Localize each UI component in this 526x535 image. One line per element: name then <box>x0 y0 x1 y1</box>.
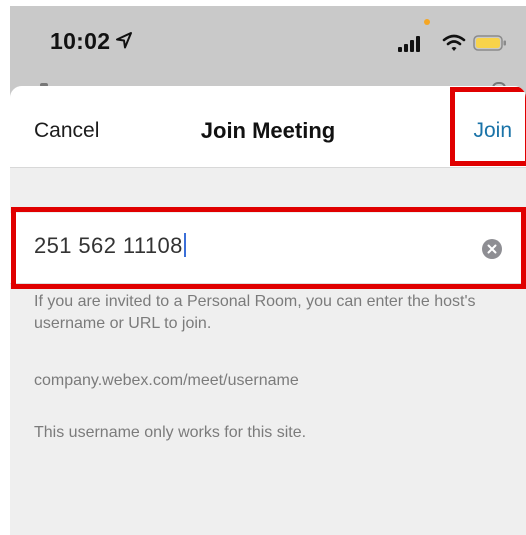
status-bar: 10:02 <box>10 6 526 89</box>
join-meeting-sheet: Cancel Join Meeting Join 251 562 11108 I… <box>10 86 526 535</box>
help-text: If you are invited to a Personal Room, y… <box>34 293 476 332</box>
phone-screen: 10:02 Cancel Join Meeting Join 251 562 1… <box>10 6 526 535</box>
input-highlight-box <box>11 207 526 289</box>
location-arrow-icon <box>116 32 132 49</box>
signal-icon <box>398 36 420 52</box>
status-time: 10:02 <box>50 28 111 54</box>
join-highlight-box <box>450 87 526 166</box>
example-url: company.webex.com/meet/username <box>34 372 299 389</box>
page-title: Join Meeting <box>200 118 336 143</box>
navigation-bar: Cancel Join Meeting Join <box>10 86 526 168</box>
mic-indicator-dot <box>424 19 430 25</box>
site-note: This username only works for this site. <box>34 424 307 441</box>
battery-icon <box>473 35 506 51</box>
wifi-icon <box>442 34 466 51</box>
